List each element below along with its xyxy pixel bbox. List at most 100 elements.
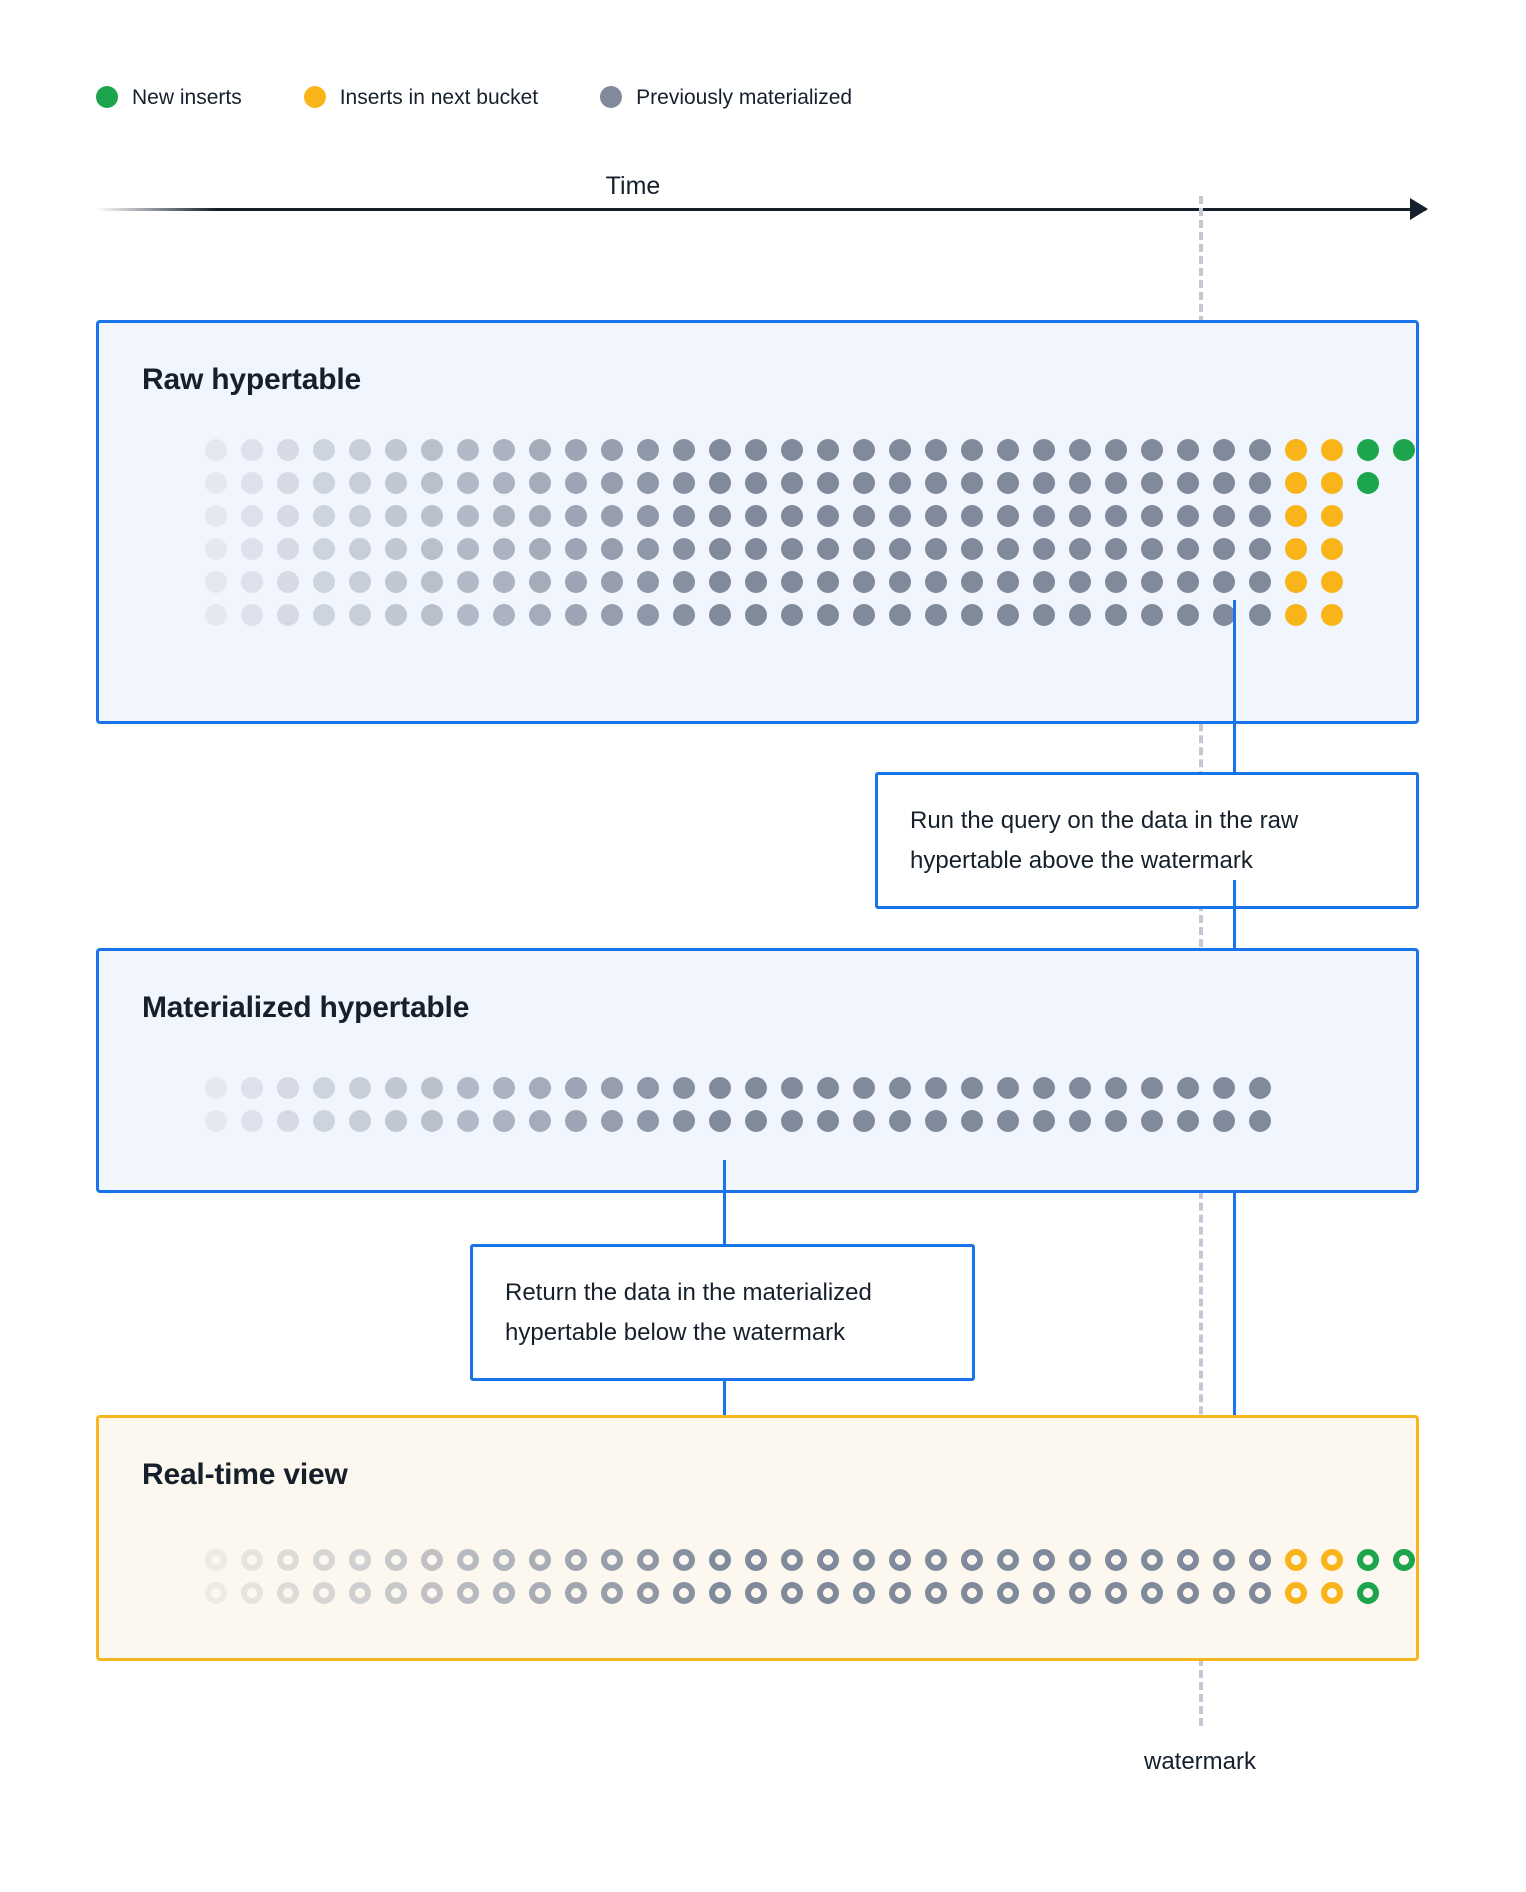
dot-row: [205, 1543, 1429, 1576]
dot-materialized: [205, 438, 227, 461]
dot-materialized: [457, 1548, 479, 1571]
dot-materialized: [565, 570, 587, 593]
dot-materialized: [925, 438, 947, 461]
dot-materialized: [1069, 537, 1091, 560]
dot-materialized: [1249, 537, 1271, 560]
dot-materialized: [1213, 1076, 1235, 1099]
dot-materialized: [313, 1076, 335, 1099]
dot-materialized: [1069, 438, 1091, 461]
dot-materialized: [853, 1109, 875, 1132]
dot-materialized: [529, 1581, 551, 1604]
dot-materialized: [1069, 471, 1091, 494]
dot-materialized: [817, 438, 839, 461]
diagram-canvas: New inserts Inserts in next bucket Previ…: [0, 0, 1526, 1892]
dot-materialized: [1213, 1548, 1235, 1571]
dot-materialized: [925, 471, 947, 494]
dot-materialized: [781, 1109, 803, 1132]
dot-materialized: [745, 1109, 767, 1132]
dot-row: [205, 466, 1429, 499]
dot-materialized: [1069, 570, 1091, 593]
dot-materialized: [1141, 1076, 1163, 1099]
dot-materialized: [637, 504, 659, 527]
dot-materialized: [1213, 570, 1235, 593]
dot-materialized: [889, 1548, 911, 1571]
dot-materialized: [1105, 603, 1127, 626]
dot-next-bucket: [1321, 471, 1343, 494]
dot-next-bucket: [1285, 603, 1307, 626]
dot-materialized: [457, 570, 479, 593]
dot-materialized: [1033, 603, 1055, 626]
dot-materialized: [529, 1109, 551, 1132]
dot-materialized: [709, 1109, 731, 1132]
dot-materialized: [1141, 1581, 1163, 1604]
dot-materialized: [313, 504, 335, 527]
dot-materialized: [925, 504, 947, 527]
dot-materialized: [709, 438, 731, 461]
dot-materialized: [997, 1109, 1019, 1132]
dot-next-bucket: [1285, 537, 1307, 560]
dot-materialized: [673, 603, 695, 626]
dot-materialized: [817, 1548, 839, 1571]
connector-materialized-to-callout: [723, 1160, 726, 1244]
dot-materialized: [961, 1548, 983, 1571]
dot-materialized: [601, 603, 623, 626]
dot-materialized: [385, 603, 407, 626]
dot-materialized: [277, 1548, 299, 1571]
dot-materialized: [565, 471, 587, 494]
dot-materialized: [1069, 1548, 1091, 1571]
legend-item-new-inserts: New inserts: [96, 86, 242, 108]
dot-materialized: [1249, 1581, 1271, 1604]
dot-materialized: [493, 537, 515, 560]
dot-materialized: [1141, 471, 1163, 494]
dot-materialized: [781, 537, 803, 560]
dot-materialized: [421, 438, 443, 461]
dot-materialized: [1213, 537, 1235, 560]
panel-materialized-hypertable: Materialized hypertable: [96, 948, 1419, 1193]
dot-materialized: [349, 570, 371, 593]
dot-materialized: [421, 504, 443, 527]
dot-materialized: [1141, 1548, 1163, 1571]
dot-materialized: [421, 1076, 443, 1099]
dot-materialized: [349, 1076, 371, 1099]
dot-materialized: [781, 1548, 803, 1571]
dot-materialized: [205, 537, 227, 560]
dot-materialized: [817, 570, 839, 593]
dot-materialized: [673, 504, 695, 527]
dot-materialized: [709, 603, 731, 626]
dot-next-bucket: [1285, 471, 1307, 494]
time-axis-label: Time: [605, 172, 661, 200]
dot-materialized: [1105, 537, 1127, 560]
dot-materialized: [529, 570, 551, 593]
dot-materialized: [349, 537, 371, 560]
dot-materialized: [637, 603, 659, 626]
dot-materialized: [1249, 471, 1271, 494]
dot-materialized: [709, 1076, 731, 1099]
dot-materialized: [529, 603, 551, 626]
dot-materialized: [961, 570, 983, 593]
dot-materialized: [529, 537, 551, 560]
dot-materialized: [241, 1076, 263, 1099]
dot-materialized: [313, 603, 335, 626]
dot-materialized: [1069, 603, 1091, 626]
dot-materialized: [1105, 570, 1127, 593]
dot-materialized: [385, 537, 407, 560]
dot-materialized: [1141, 603, 1163, 626]
dot-materialized: [241, 1548, 263, 1571]
dot-materialized: [457, 1076, 479, 1099]
time-axis: [96, 198, 1428, 220]
materialized-hypertable-dot-grid: [205, 1071, 1285, 1137]
dot-materialized: [817, 471, 839, 494]
dot-materialized: [925, 1109, 947, 1132]
dot-materialized: [493, 438, 515, 461]
dot-materialized: [565, 603, 587, 626]
dot-materialized: [205, 1076, 227, 1099]
dot-materialized: [565, 438, 587, 461]
dot-materialized: [277, 504, 299, 527]
callout-query-raw-line1: Run the query on the data in the raw: [910, 807, 1299, 834]
dot-materialized: [457, 471, 479, 494]
dot-materialized: [421, 537, 443, 560]
callout-query-raw-line2: hypertable above the watermark: [910, 846, 1253, 874]
dot-materialized: [241, 438, 263, 461]
dot-materialized: [637, 570, 659, 593]
dot-materialized: [565, 504, 587, 527]
